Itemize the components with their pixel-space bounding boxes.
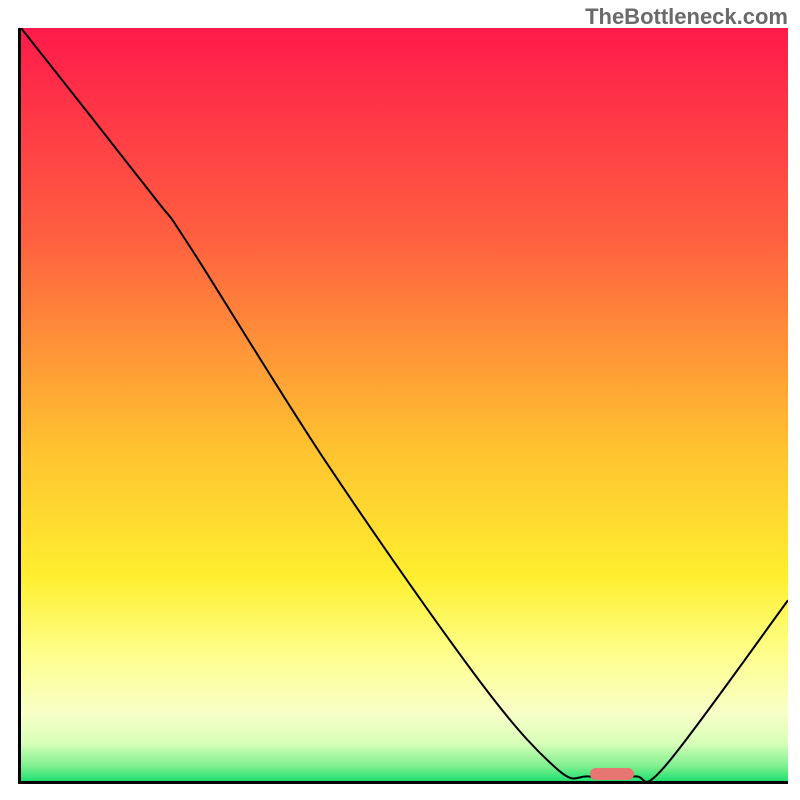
- curve-line: [21, 28, 788, 781]
- optimal-marker: [590, 768, 634, 780]
- watermark-text: TheBottleneck.com: [585, 4, 788, 30]
- chart-plot-area: [18, 28, 788, 784]
